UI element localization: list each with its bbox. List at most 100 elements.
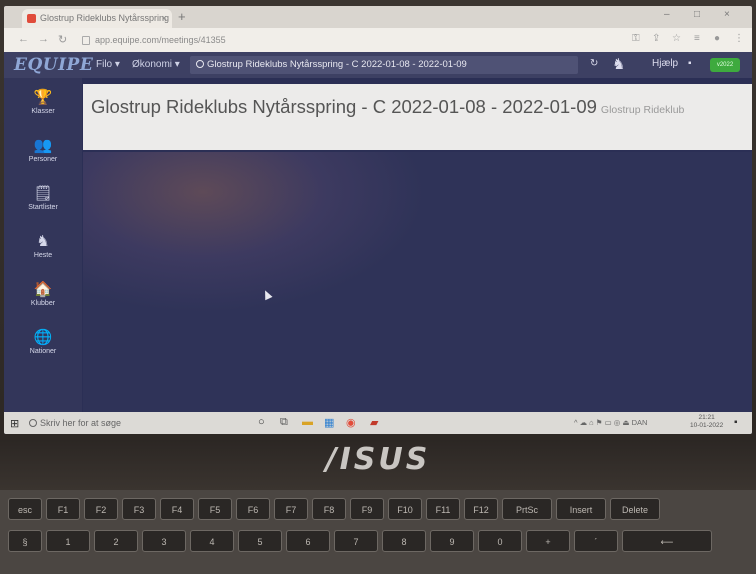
system-tray[interactable]: ^ ☁ ⌂ ⚑ ▭ ◎ ⏏ DAN (574, 418, 647, 427)
sidebar: 🏆 Klasser 👥 Personer 🗒 Startlister ♞ Hes… (4, 78, 82, 412)
menu-economy[interactable]: Økonomi ▾ (132, 59, 180, 70)
sidebar-item-persons[interactable]: 👥 Personer (4, 138, 82, 164)
sidebar-item-nations[interactable]: 🌐 Nationer (4, 329, 82, 356)
task-view-icon[interactable]: ⧉ (280, 416, 288, 429)
keyboard-key: 8 (382, 530, 426, 552)
sidebar-item-label: Nationer (29, 348, 57, 355)
keyboard-key: Delete (610, 498, 660, 520)
maximize-button[interactable]: □ (694, 9, 700, 20)
equipe-logo[interactable]: EQUIPE (14, 55, 93, 75)
menu-file[interactable]: Filo ▾ (96, 59, 120, 70)
url-text: app.equipe.com/meetings/41355 (95, 35, 226, 45)
keyboard-key: F7 (274, 498, 308, 520)
keyboard-key: 5 (238, 530, 282, 552)
keyboard-key: 9 (430, 530, 474, 552)
share-icon[interactable]: ⇪ (652, 33, 660, 44)
sidebar-item-label: Heste (33, 252, 53, 259)
version-badge: v2022 (710, 58, 740, 72)
windows-start-icon[interactable]: ⊞ (10, 417, 19, 430)
laptop-screen: Glostrup Rideklubs Nytårsspring × + – □ … (4, 6, 752, 434)
keyboard-key: F11 (426, 498, 460, 520)
keyboard-key: + (526, 530, 570, 552)
laptop-bezel: Glostrup Rideklubs Nytårsspring × + – □ … (0, 0, 756, 440)
meeting-title: Glostrup Rideklubs Nytårsspring - C 2022… (91, 96, 597, 117)
taskbar-search[interactable]: Skriv her for at søge (26, 414, 234, 432)
browser-tab[interactable]: Glostrup Rideklubs Nytårsspring × (22, 9, 172, 28)
sidebar-item-horses[interactable]: ♞ Heste (4, 233, 82, 260)
reload-icon[interactable]: ↻ (58, 33, 67, 46)
taskbar-clock[interactable]: 21:21 10-01-2022 (690, 414, 723, 430)
sidebar-item-label: Personer (28, 156, 58, 163)
app-icon[interactable]: ▰ (370, 416, 378, 429)
extensions-icon[interactable]: ≡ (694, 33, 700, 44)
more-menu-icon[interactable]: ⋮ (734, 33, 744, 44)
refresh-icon[interactable]: ↻ (590, 58, 598, 69)
key-icon[interactable]: ⚿ (632, 33, 640, 44)
keyboard-deck: esc F1 F2 F3 F4 F5 F6 F7 F8 F9 F10 F11 F… (0, 490, 756, 574)
keyboard-key: F6 (236, 498, 270, 520)
keyboard-key: 4 (190, 530, 234, 552)
chat-icon[interactable]: ▪ (688, 58, 692, 69)
horse-icon: ♞ (36, 233, 50, 250)
search-input[interactable]: Glostrup Rideklubs Nytårsspring - C 2022… (190, 56, 578, 74)
cortana-icon[interactable]: ○ (258, 416, 265, 428)
keyboard-key: PrtSc (502, 498, 552, 520)
clipboard-icon: 🗒 (33, 185, 53, 202)
clock-date: 10-01-2022 (690, 422, 724, 429)
forward-icon[interactable]: → (38, 33, 49, 45)
sidebar-item-classes[interactable]: 🏆 Klasser (4, 89, 82, 116)
keyboard-key: F12 (464, 498, 498, 520)
chrome-icon[interactable]: ◉ (346, 416, 356, 429)
keyboard-key: F8 (312, 498, 346, 520)
keyboard-key: F1 (46, 498, 80, 520)
minimize-button[interactable]: – (664, 9, 670, 20)
keyboard-key: F2 (84, 498, 118, 520)
profile-icon[interactable]: ● (714, 33, 720, 44)
search-value: Glostrup Rideklubs Nytårsspring - C 2022… (207, 59, 467, 70)
notification-icon[interactable]: ▪ (734, 417, 738, 428)
meeting-header: Glostrup Rideklubs Nytårsspring - C 2022… (83, 84, 752, 150)
browser-tabstrip: Glostrup Rideklubs Nytårsspring × + – □ … (4, 6, 752, 28)
keyboard-key: 1 (46, 530, 90, 552)
keyboard-key: esc (8, 498, 42, 520)
mouse-cursor-icon (261, 288, 273, 301)
keyboard-key: F3 (122, 498, 156, 520)
help-link[interactable]: Hjælp (652, 58, 678, 69)
taskbar-search-placeholder: Skriv her for at søge (40, 418, 122, 428)
tab-close-icon[interactable]: × (162, 9, 167, 28)
new-tab-button[interactable]: + (178, 9, 186, 24)
clock-time: 21:21 (698, 414, 715, 421)
store-icon[interactable]: ▦ (324, 416, 334, 429)
club-house-icon: 🏠 (33, 281, 53, 298)
sidebar-item-startlists[interactable]: 🗒 Startlister (4, 185, 82, 212)
keyboard-key: F5 (198, 498, 232, 520)
main-content (83, 152, 752, 412)
star-icon[interactable]: ☆ (672, 33, 681, 44)
keyboard-key: 3 (142, 530, 186, 552)
trophy-icon: 🏆 (33, 89, 53, 106)
windows-taskbar: ⊞ Skriv her for at søge ○ ⧉ ▬ ▦ ◉ ▰ ^ ☁ … (4, 412, 752, 434)
asus-logo: /ISUS (325, 442, 431, 477)
sidebar-item-clubs[interactable]: 🏠 Klubber (4, 281, 82, 308)
close-window-button[interactable]: × (724, 9, 730, 20)
keyboard-key: 6 (286, 530, 330, 552)
browser-toolbar: ← → ↻ app.equipe.com/meetings/41355 ⚿ ⇪ … (4, 28, 752, 52)
globe-icon: 🌐 (33, 329, 53, 346)
sidebar-item-label: Startlister (28, 204, 58, 211)
keyboard-key: 7 (334, 530, 378, 552)
keyboard-key: F4 (160, 498, 194, 520)
page-title: Glostrup Rideklubs Nytårsspring - C 2022… (91, 96, 684, 118)
keyboard-key: ⟵ (622, 530, 712, 552)
lock-icon (82, 36, 90, 46)
keyboard-key: 2 (94, 530, 138, 552)
horse-avatar-icon[interactable]: ♞ (612, 55, 625, 73)
back-icon[interactable]: ← (18, 33, 29, 45)
file-explorer-icon[interactable]: ▬ (302, 416, 313, 428)
search-icon (29, 419, 37, 427)
sidebar-item-label: Klubber (30, 300, 56, 307)
favicon-icon (27, 14, 36, 23)
organizer-name: Glostrup Rideklub (600, 104, 685, 116)
keyboard-key: Insert (556, 498, 606, 520)
keyboard-key: F10 (388, 498, 422, 520)
address-bar[interactable]: app.equipe.com/meetings/41355 (82, 33, 602, 48)
